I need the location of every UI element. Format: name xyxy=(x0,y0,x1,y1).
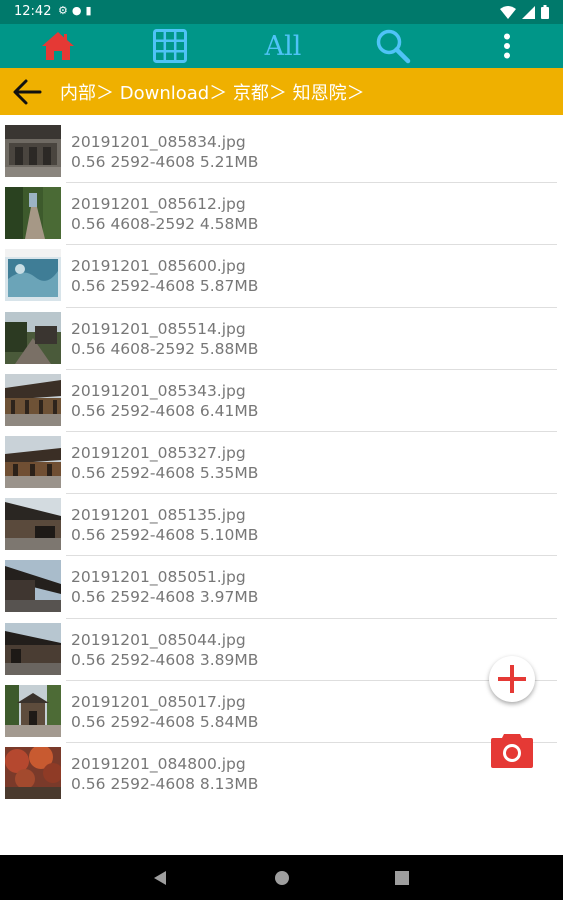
file-list: 20191201_085834.jpg 0.56 2592-4608 5.21M… xyxy=(0,121,563,805)
search-button[interactable] xyxy=(373,24,413,68)
file-meta: 0.56 2592-4608 5.87MB xyxy=(71,277,259,296)
thumbnail-image xyxy=(5,498,61,551)
thumbnail-image xyxy=(5,622,61,675)
grid-view-button[interactable] xyxy=(150,24,190,68)
file-meta: 0.56 2592-4608 5.10MB xyxy=(71,526,259,545)
file-name: 20191201_085044.jpg xyxy=(71,630,246,649)
status-bar: 12:42 ⚙●▮ xyxy=(0,0,563,24)
plus-icon xyxy=(498,665,526,693)
thumbnail-image xyxy=(5,373,61,426)
sd-card-icon: ▮ xyxy=(85,4,96,17)
thumbnail-image xyxy=(5,125,61,177)
status-left-icons: ⚙●▮ xyxy=(58,4,96,17)
list-item[interactable]: 20191201_085044.jpg 0.56 2592-4608 3.89M… xyxy=(0,619,563,681)
battery-icon xyxy=(541,5,549,19)
list-item[interactable]: 20191201_085051.jpg 0.56 2592-4608 3.97M… xyxy=(0,556,563,619)
navigation-bar xyxy=(0,855,563,900)
thumbnail-image xyxy=(5,249,61,302)
list-item[interactable]: 20191201_085327.jpg 0.56 2592-4608 5.35M… xyxy=(0,432,563,495)
nav-back-icon xyxy=(154,870,166,885)
file-name: 20191201_085514.jpg xyxy=(71,319,246,338)
toolbar: All xyxy=(0,24,563,68)
list-item[interactable]: 20191201_085135.jpg 0.56 2592-4608 5.10M… xyxy=(0,494,563,557)
list-item[interactable]: 20191201_085612.jpg 0.56 4608-2592 4.58M… xyxy=(0,183,563,246)
thumbnail-image xyxy=(5,746,61,799)
file-name: 20191201_085834.jpg xyxy=(71,133,246,151)
signal-icon xyxy=(522,5,535,19)
back-button[interactable] xyxy=(12,78,44,106)
file-meta: 0.56 4608-2592 4.58MB xyxy=(71,215,259,234)
file-meta: 0.56 2592-4608 5.21MB xyxy=(71,153,259,171)
file-name: 20191201_085051.jpg xyxy=(71,568,246,587)
notification-icon: ● xyxy=(71,4,86,17)
grid-icon xyxy=(153,29,187,63)
nav-recents-icon xyxy=(395,870,409,885)
file-meta: 0.56 2592-4608 5.84MB xyxy=(71,712,259,731)
home-icon xyxy=(42,32,74,60)
settings-icon: ⚙ xyxy=(58,4,72,17)
file-name: 20191201_084800.jpg xyxy=(71,754,246,773)
list-item[interactable]: 20191201_085343.jpg 0.56 2592-4608 6.41M… xyxy=(0,370,563,432)
file-meta: 0.56 2592-4608 6.41MB xyxy=(71,401,259,420)
nav-recents-button[interactable] xyxy=(382,855,422,900)
nav-home-icon xyxy=(275,870,289,885)
file-name: 20191201_085135.jpg xyxy=(71,506,246,525)
thumbnail-image xyxy=(5,560,61,613)
thumbnail-image xyxy=(5,187,61,240)
camera-button[interactable] xyxy=(491,732,533,768)
camera-icon xyxy=(491,734,533,768)
file-name: 20191201_085017.jpg xyxy=(71,692,246,711)
file-meta: 0.56 2592-4608 8.13MB xyxy=(71,774,259,793)
nav-back-button[interactable] xyxy=(140,855,180,900)
file-name: 20191201_085343.jpg xyxy=(71,381,246,400)
nav-home-button[interactable] xyxy=(262,855,302,900)
back-arrow-icon xyxy=(13,79,42,105)
status-time: 12:42 xyxy=(14,4,52,19)
add-button[interactable] xyxy=(489,656,535,702)
file-meta: 0.56 2592-4608 3.97MB xyxy=(71,588,259,607)
thumbnail-image xyxy=(5,435,61,488)
file-meta: 0.56 2592-4608 5.35MB xyxy=(71,463,259,482)
list-item[interactable]: 20191201_085514.jpg 0.56 4608-2592 5.88M… xyxy=(0,308,563,370)
breadcrumb[interactable]: 内部＞ Download＞ 京都＞ 知恩院＞ xyxy=(60,79,365,105)
file-meta: 0.56 2592-4608 3.89MB xyxy=(71,650,259,669)
more-options-button[interactable] xyxy=(490,24,524,68)
filter-all-button[interactable]: All xyxy=(254,24,312,68)
list-item[interactable]: 20191201_085600.jpg 0.56 2592-4608 5.87M… xyxy=(0,245,563,308)
file-name: 20191201_085612.jpg xyxy=(71,195,246,214)
thumbnail-image xyxy=(5,684,61,737)
wifi-icon xyxy=(500,5,516,19)
list-item[interactable]: 20191201_084800.jpg 0.56 2592-4608 8.13M… xyxy=(0,743,563,805)
status-right-icons xyxy=(500,5,549,19)
list-item[interactable]: 20191201_085834.jpg 0.56 2592-4608 5.21M… xyxy=(0,121,563,184)
file-name: 20191201_085600.jpg xyxy=(71,257,246,276)
file-meta: 0.56 4608-2592 5.88MB xyxy=(71,339,259,358)
home-button[interactable] xyxy=(38,24,78,68)
more-vertical-icon xyxy=(504,33,510,59)
thumbnail-image xyxy=(5,311,61,364)
file-name: 20191201_085327.jpg xyxy=(71,443,246,462)
list-item[interactable]: 20191201_085017.jpg 0.56 2592-4608 5.84M… xyxy=(0,681,563,743)
breadcrumb-bar: 内部＞ Download＞ 京都＞ 知恩院＞ xyxy=(0,68,563,115)
search-icon xyxy=(376,29,411,64)
